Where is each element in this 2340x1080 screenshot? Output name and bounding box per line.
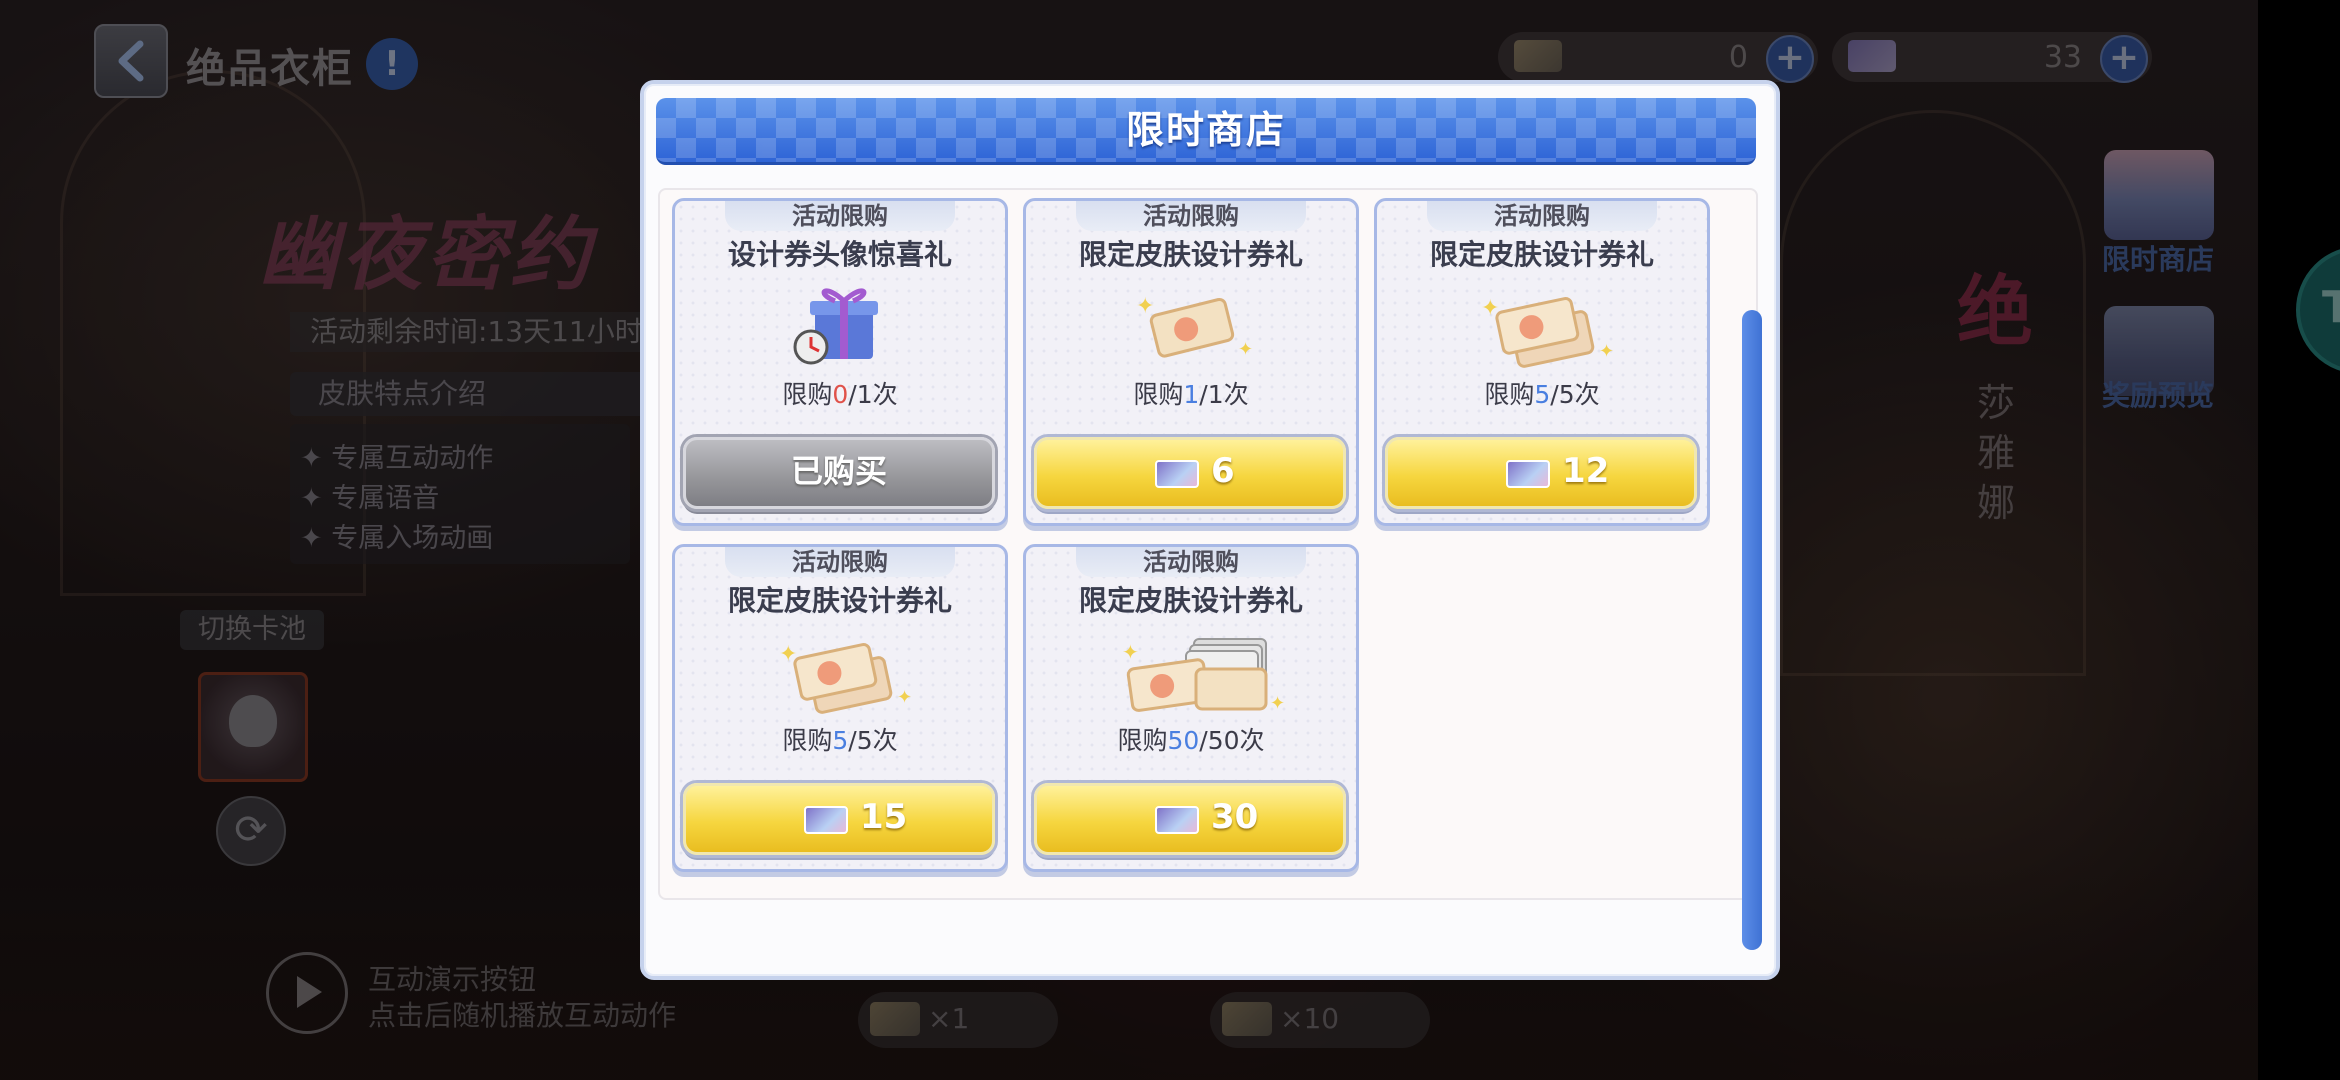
svg-text:✦: ✦ (1481, 296, 1499, 321)
svg-text:✦: ✦ (897, 687, 912, 708)
purchased-label: 已购买 (790, 452, 887, 490)
limit-prefix: 限购 (1133, 380, 1184, 409)
item-name: 限定皮肤设计券礼 (727, 584, 952, 617)
limit-suffix: /50次 (1199, 726, 1265, 755)
buy-button[interactable]: 15 (683, 783, 995, 855)
ticket-double-icon: ✦ ✦ (675, 629, 1005, 719)
item-name: 限定皮肤设计券礼 (1078, 238, 1303, 271)
item-name: 设计券头像惊喜礼 (727, 238, 952, 271)
item-name: 限定皮肤设计券礼 (1429, 238, 1654, 271)
svg-text:✦: ✦ (1238, 339, 1253, 360)
limit-suffix: /5次 (1550, 380, 1600, 409)
shop-item-card[interactable]: 活动限购 限定皮肤设计券礼 ✦ ✦ 限购50/50次 30 (1023, 544, 1359, 872)
ticket-double-icon: ✦ ✦ (1377, 283, 1707, 373)
shop-item-card[interactable]: 活动限购 限定皮肤设计券礼 ✦ ✦ 限购5/5次 15 (672, 544, 1008, 872)
ticket-single-icon: ✦ ✦ (1026, 283, 1356, 373)
price-label: 12 (1562, 451, 1610, 491)
svg-text:✦: ✦ (1270, 693, 1285, 714)
limit-suffix: /5次 (848, 726, 898, 755)
limited-tag: 活动限购 (1076, 547, 1306, 577)
item-name: 限定皮肤设计券礼 (1078, 584, 1303, 617)
gift-box-icon (675, 283, 1005, 373)
purchased-count: 5 (1534, 380, 1551, 409)
shop-item-card[interactable]: 活动限购 设计券头像惊喜礼 限购0/1次 已购买 (672, 198, 1008, 526)
svg-text:✦: ✦ (1599, 341, 1614, 362)
limited-shop-modal: 限时商店 活动限购 设计券头像惊喜礼 限购0/1次 已购买 活动限购 限定皮肤设… (640, 80, 1780, 980)
purchased-count: 5 (832, 726, 849, 755)
limited-tag: 活动限购 (1427, 201, 1657, 231)
shop-item-card[interactable]: 活动限购 限定皮肤设计券礼 ✦ ✦ 限购1/1次 6 (1023, 198, 1359, 526)
purchase-limit: 限购5/5次 (675, 721, 1005, 757)
price-label: 6 (1211, 451, 1235, 491)
buy-button[interactable]: 30 (1034, 783, 1346, 855)
buy-button[interactable]: 12 (1385, 437, 1697, 509)
purchase-limit: 限购50/50次 (1026, 721, 1356, 757)
purchased-count: 1 (1183, 380, 1200, 409)
limit-suffix: /1次 (1199, 380, 1249, 409)
price-label: 15 (860, 797, 908, 837)
limit-prefix: 限购 (782, 380, 833, 409)
purchase-limit: 限购0/1次 (675, 375, 1005, 411)
ticket-design-icon (1155, 460, 1199, 488)
limited-tag: 活动限购 (1076, 201, 1306, 231)
limit-suffix: /1次 (848, 380, 898, 409)
purchased-button[interactable]: 已购买 (683, 437, 995, 509)
limit-prefix: 限购 (1484, 380, 1535, 409)
purchase-limit: 限购1/1次 (1026, 375, 1356, 411)
limited-tag: 活动限购 (725, 201, 955, 231)
purchase-limit: 限购5/5次 (1377, 375, 1707, 411)
price-label: 30 (1211, 797, 1259, 837)
ticket-design-icon (1506, 460, 1550, 488)
modal-title: 限时商店 (1125, 108, 1286, 152)
svg-text:✦: ✦ (1136, 294, 1154, 319)
ticket-stack-icon: ✦ ✦ (1026, 629, 1356, 719)
svg-text:✦: ✦ (1122, 640, 1139, 664)
scrollbar-thumb[interactable] (1742, 310, 1762, 950)
svg-text:✦: ✦ (779, 642, 797, 667)
limit-prefix: 限购 (782, 726, 833, 755)
limited-tag: 活动限购 (725, 547, 955, 577)
purchased-count: 50 (1167, 726, 1200, 755)
shop-item-card[interactable]: 活动限购 限定皮肤设计券礼 ✦ ✦ 限购5/5次 12 (1374, 198, 1710, 526)
item-grid: 活动限购 设计券头像惊喜礼 限购0/1次 已购买 活动限购 限定皮肤设计券礼 ✦… (658, 188, 1762, 950)
modal-header: 限时商店 (656, 98, 1756, 165)
ticket-design-icon (804, 806, 848, 834)
buy-button[interactable]: 6 (1034, 437, 1346, 509)
purchased-count: 0 (832, 380, 849, 409)
ticket-design-icon (1155, 806, 1199, 834)
scrollbar-track[interactable] (1742, 310, 1762, 950)
limit-prefix: 限购 (1117, 726, 1168, 755)
